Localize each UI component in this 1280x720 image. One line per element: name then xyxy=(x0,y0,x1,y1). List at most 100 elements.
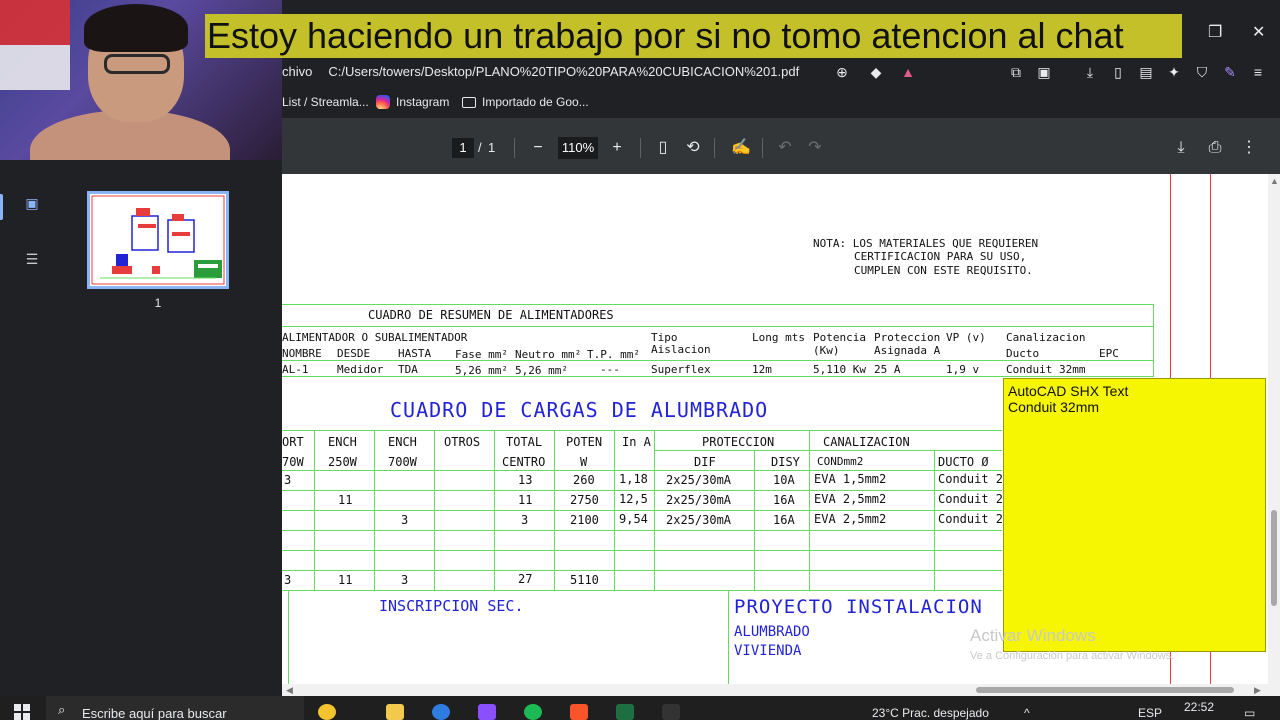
pdf-toolbar: 1 / 1 − 110% + ▯ ⟲ ✍ ↶ ↷ ⤓ ⎙ ⋮ xyxy=(282,118,1280,174)
brave-icon[interactable] xyxy=(570,704,588,720)
resumen-header: Canalizacion xyxy=(1006,331,1086,344)
cargas-header: CONDmm2 xyxy=(817,455,864,468)
cargas-cell: 2750 xyxy=(570,493,599,507)
resumen-cell: Conduit 32mm xyxy=(1006,363,1086,376)
copilot-icon[interactable] xyxy=(318,704,336,720)
annotation-tooltip: AutoCAD SHX Text Conduit 32mm xyxy=(1003,378,1266,652)
extensions-icon[interactable]: ⧉ xyxy=(1006,62,1026,82)
annotate-icon[interactable]: ✍ xyxy=(730,137,752,159)
table-line xyxy=(374,430,375,590)
brave-shield-icon[interactable]: ◆ xyxy=(866,62,886,82)
table-line xyxy=(754,450,755,590)
download-icon[interactable]: ⤓ xyxy=(1080,62,1100,82)
wallet-icon[interactable]: ▤ xyxy=(1136,62,1156,82)
table-line xyxy=(288,590,289,684)
bookmark-instagram[interactable]: Instagram xyxy=(376,95,449,109)
resumen-cell: TDA xyxy=(398,363,418,376)
url-field[interactable]: chivo C:/Users/towers/Desktop/PLANO%20TIP… xyxy=(282,60,872,84)
bookmark-folder[interactable]: Importado de Goo... xyxy=(462,95,589,109)
cargas-cell: Conduit 20 xyxy=(938,472,1011,486)
cargas-cell: EVA 1,5mm2 xyxy=(814,472,887,486)
pen-icon[interactable]: ✎ xyxy=(1220,62,1240,82)
table-line xyxy=(554,430,555,590)
cargas-header: OTROS xyxy=(444,435,481,449)
resumen-cell: Medidor xyxy=(337,363,384,376)
scroll-left-icon[interactable]: ◀ xyxy=(286,685,293,696)
cargas-header: POTEN xyxy=(566,435,603,449)
table-line xyxy=(282,360,1154,361)
outline-icon[interactable]: ☰ xyxy=(22,249,42,269)
undo-icon[interactable]: ↶ xyxy=(774,137,796,159)
restore-icon[interactable]: ❐ xyxy=(1208,22,1222,42)
zoom-icon[interactable]: ⊕ xyxy=(832,62,852,82)
download-icon[interactable]: ⤓ xyxy=(1170,137,1192,159)
table-line xyxy=(282,470,1002,471)
cargas-cell: 11 xyxy=(338,493,353,507)
table-line xyxy=(282,530,1002,531)
cargas-total: 27 xyxy=(518,572,533,586)
resumen-cell: 25 A xyxy=(874,363,901,376)
vpn-icon[interactable]: ⛉ xyxy=(1192,62,1212,82)
leo-icon[interactable]: ✦ xyxy=(1164,62,1184,82)
cargas-cell: 16A xyxy=(773,513,795,527)
cargas-header: DIF xyxy=(694,455,716,469)
notifications-icon[interactable]: ▭ xyxy=(1244,706,1255,720)
cargas-cell: 260 xyxy=(573,473,595,487)
scroll-up-icon[interactable]: ▲ xyxy=(1270,176,1279,186)
app-icon[interactable] xyxy=(478,704,496,720)
language-indicator[interactable]: ESP xyxy=(1138,706,1162,720)
resumen-header: Potencia xyxy=(813,331,866,344)
weather-text[interactable]: 23°C Prac. despejado xyxy=(872,706,989,720)
zoom-in-button[interactable]: + xyxy=(606,137,628,159)
resumen-header: Asignada A xyxy=(874,344,941,357)
resumen-header: (Kw) xyxy=(813,344,840,357)
close-icon[interactable]: ✕ xyxy=(1252,22,1265,42)
cargas-header: DISY xyxy=(771,455,800,469)
fit-page-icon[interactable]: ▯ xyxy=(652,137,674,159)
page-thumbnail[interactable] xyxy=(87,191,229,289)
cargas-header: W xyxy=(580,455,588,469)
streamer-hair xyxy=(84,4,188,52)
menu-icon[interactable]: ≡ xyxy=(1248,62,1268,82)
excel-icon[interactable] xyxy=(616,704,634,720)
more-options-icon[interactable]: ⋮ xyxy=(1238,137,1260,159)
thumbnails-icon[interactable]: ▣ xyxy=(22,193,42,213)
scroll-thumb[interactable] xyxy=(976,687,1234,693)
redo-icon[interactable]: ↷ xyxy=(804,137,826,159)
horizontal-scrollbar[interactable]: ◀ ▶ xyxy=(282,684,1268,696)
rewards-icon[interactable]: ▲ xyxy=(898,62,918,82)
scroll-right-icon[interactable]: ▶ xyxy=(1254,685,1261,696)
scroll-thumb[interactable] xyxy=(1271,510,1277,606)
rotate-icon[interactable]: ⟲ xyxy=(682,137,704,159)
cargas-header: DUCTO Ø xyxy=(938,455,989,469)
cargas-header: 700W xyxy=(388,455,417,469)
print-icon[interactable]: ⎙ xyxy=(1204,137,1226,159)
cargas-total: 3 xyxy=(284,573,292,587)
file-explorer-icon[interactable] xyxy=(386,704,404,720)
sidebar-icon[interactable]: ▯ xyxy=(1108,62,1128,82)
tray-chevron-icon[interactable]: ^ xyxy=(1024,706,1030,720)
zoom-out-button[interactable]: − xyxy=(527,137,549,159)
resumen-header: VP (v) xyxy=(946,331,986,344)
cargas-cell: 3 xyxy=(401,513,409,527)
windows-taskbar: ⌕ Escribe aquí para buscar 23°C Prac. de… xyxy=(0,696,1280,720)
spotify-icon[interactable] xyxy=(524,704,542,720)
cargas-cell: 13 xyxy=(518,473,533,487)
taskbar-search[interactable]: ⌕ Escribe aquí para buscar xyxy=(46,696,304,720)
screenshot-icon[interactable]: ▣ xyxy=(1034,62,1054,82)
edge-icon[interactable] xyxy=(432,704,450,720)
cargas-cell: 2x25/30mA xyxy=(666,473,732,487)
divider xyxy=(714,138,715,158)
vertical-scrollbar[interactable]: ▲ xyxy=(1268,174,1280,696)
bookmark-list[interactable]: List / Streamla... xyxy=(282,95,369,109)
page-number-input[interactable]: 1 xyxy=(452,138,474,158)
start-button[interactable] xyxy=(14,704,30,720)
table-line xyxy=(809,430,810,590)
zoom-input[interactable]: 110% xyxy=(558,137,598,159)
cargas-cell: EVA 2,5mm2 xyxy=(814,512,887,526)
clock-time[interactable]: 22:52 xyxy=(1184,700,1214,714)
address-bar[interactable]: chivo C:/Users/towers/Desktop/PLANO%20TIP… xyxy=(282,58,1280,86)
app-icon[interactable] xyxy=(662,704,680,720)
resumen-cell: --- xyxy=(600,363,620,376)
cargas-cell: 3 xyxy=(521,513,529,527)
